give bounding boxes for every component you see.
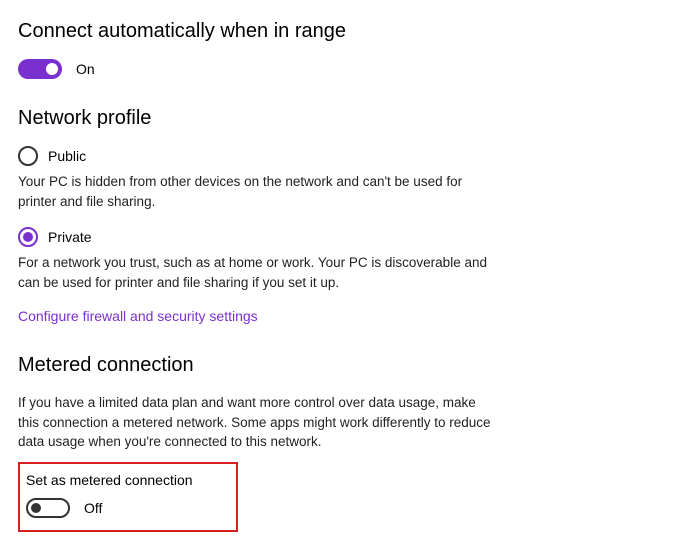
- metered-title: Metered connection: [18, 354, 682, 377]
- radio-private-icon: [18, 227, 38, 247]
- radio-private-label: Private: [48, 229, 92, 245]
- metered-toggle[interactable]: [26, 498, 70, 518]
- set-metered-label: Set as metered connection: [26, 472, 226, 488]
- toggle-knob: [46, 63, 58, 75]
- metered-desc: If you have a limited data plan and want…: [18, 393, 498, 452]
- radio-public-icon: [18, 146, 38, 166]
- network-profile-title: Network profile: [18, 107, 682, 130]
- firewall-link[interactable]: Configure firewall and security settings: [18, 308, 258, 324]
- auto-connect-toggle-label: On: [76, 61, 95, 77]
- settings-panel: Connect automatically when in range On N…: [0, 0, 700, 552]
- network-profile-section: Network profile Public Your PC is hidden…: [18, 107, 682, 326]
- metered-highlight: Set as metered connection Off: [18, 462, 238, 532]
- public-desc: Your PC is hidden from other devices on …: [18, 172, 498, 211]
- toggle-knob: [31, 503, 41, 513]
- auto-connect-section: Connect automatically when in range On: [18, 20, 682, 79]
- auto-connect-toggle[interactable]: [18, 59, 62, 79]
- metered-toggle-label: Off: [84, 500, 102, 516]
- radio-private[interactable]: Private: [18, 227, 682, 247]
- private-desc: For a network you trust, such as at home…: [18, 253, 498, 292]
- auto-connect-toggle-row: On: [18, 59, 682, 79]
- auto-connect-title: Connect automatically when in range: [18, 20, 682, 43]
- radio-public-label: Public: [48, 148, 86, 164]
- radio-public[interactable]: Public: [18, 146, 682, 166]
- metered-toggle-row: Off: [26, 498, 226, 518]
- metered-section: Metered connection If you have a limited…: [18, 354, 682, 532]
